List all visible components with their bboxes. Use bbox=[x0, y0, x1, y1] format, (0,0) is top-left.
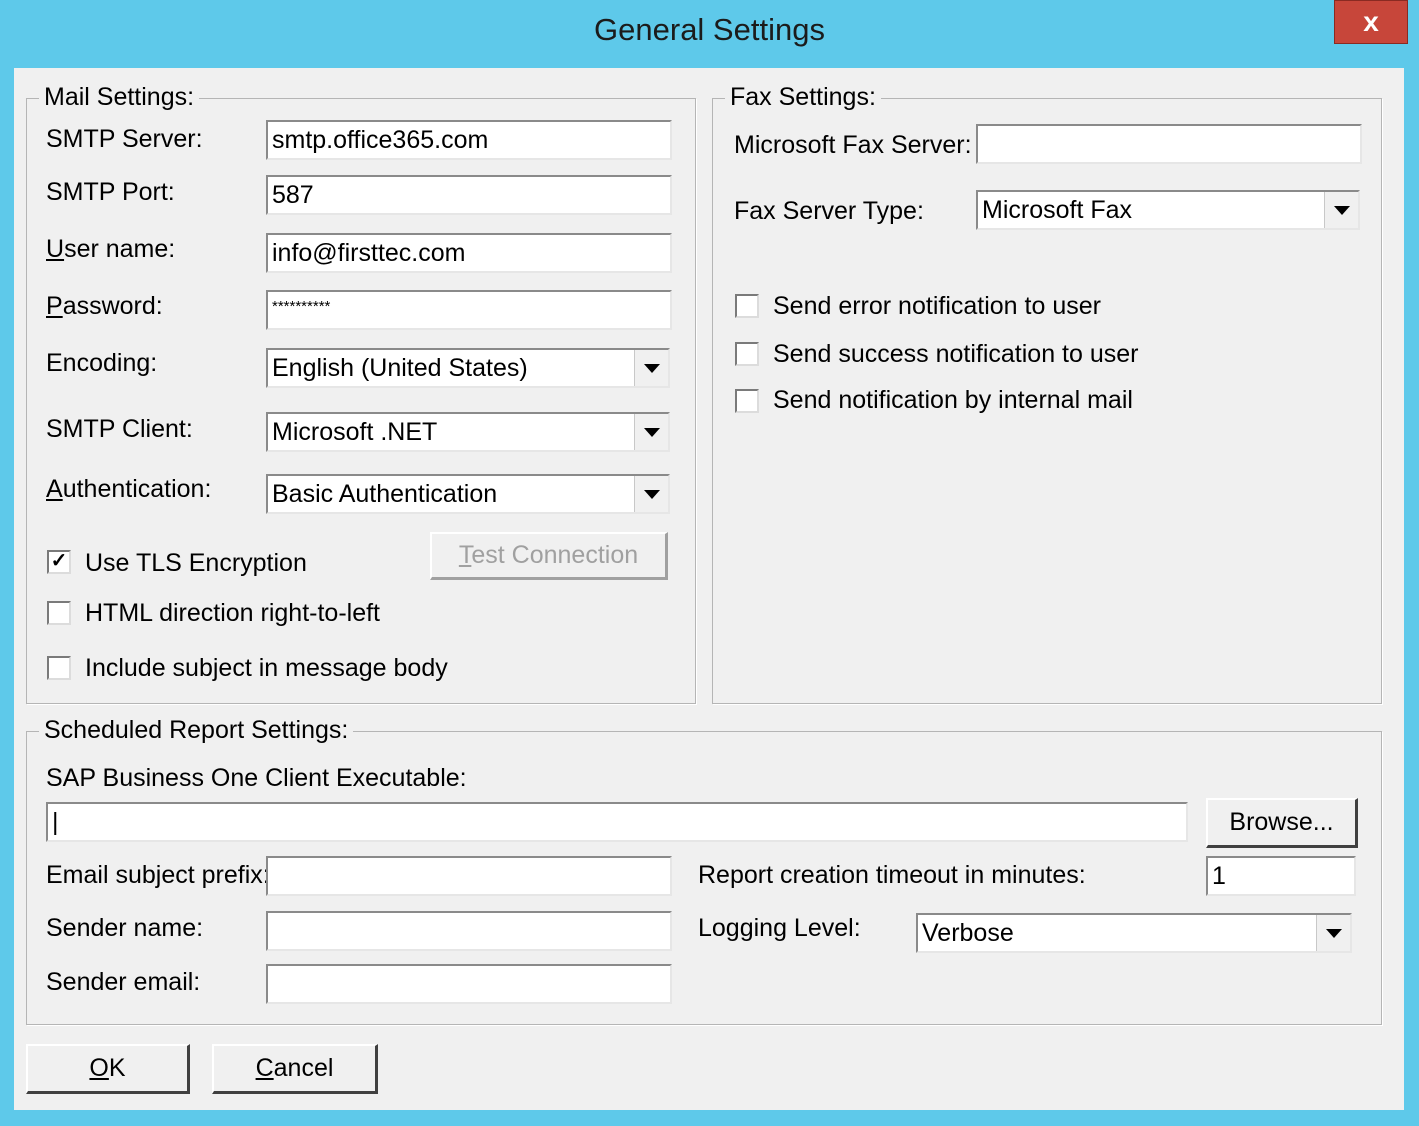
smtp-port-input[interactable]: 587 bbox=[266, 175, 672, 215]
scheduled-report-legend: Scheduled Report Settings: bbox=[39, 714, 354, 746]
title-bar: General Settings x bbox=[0, 0, 1419, 68]
ok-accel: O bbox=[89, 1054, 109, 1082]
dialog-body: Mail Settings: SMTP Server: smtp.office3… bbox=[14, 68, 1404, 1110]
use-tls-label: Use TLS Encryption bbox=[85, 549, 307, 577]
smtp-port-label: SMTP Port: bbox=[46, 178, 175, 206]
fax-settings-legend: Fax Settings: bbox=[725, 81, 881, 113]
authentication-value: Basic Authentication bbox=[272, 480, 498, 508]
fax-server-type-value: Microsoft Fax bbox=[982, 196, 1133, 224]
username-input[interactable]: info@firsttec.com bbox=[266, 233, 672, 273]
smtp-server-input[interactable]: smtp.office365.com bbox=[266, 120, 672, 160]
smtp-client-label: SMTP Client: bbox=[46, 415, 193, 443]
password-label: Password: bbox=[46, 291, 163, 321]
smtp-server-label: SMTP Server: bbox=[46, 125, 203, 153]
password-input[interactable]: ********** bbox=[266, 290, 672, 330]
username-label-text: ser name: bbox=[64, 235, 176, 263]
encoding-label: Encoding: bbox=[46, 349, 158, 377]
window-title: General Settings bbox=[594, 12, 825, 47]
chevron-down-icon[interactable] bbox=[1316, 915, 1350, 951]
mail-settings-legend: Mail Settings: bbox=[39, 81, 200, 113]
username-label: User name: bbox=[46, 234, 175, 264]
authentication-label: Authentication: bbox=[46, 474, 211, 504]
send-internal-label: Send notification by internal mail bbox=[773, 386, 1133, 414]
test-connection-text: est Connection bbox=[471, 541, 639, 569]
sender-email-label: Sender email: bbox=[46, 968, 201, 996]
test-connection-button[interactable]: Test Connection bbox=[430, 532, 668, 580]
fax-server-label: Microsoft Fax Server: bbox=[734, 131, 972, 159]
ok-button[interactable]: OK bbox=[26, 1044, 190, 1094]
sender-name-label: Sender name: bbox=[46, 914, 204, 942]
sender-email-input[interactable] bbox=[266, 964, 672, 1004]
include-subject-checkbox[interactable] bbox=[47, 656, 71, 680]
username-label-accel: U bbox=[46, 235, 65, 263]
send-success-label: Send success notification to user bbox=[773, 340, 1139, 368]
html-rtl-label: HTML direction right-to-left bbox=[85, 599, 380, 627]
send-error-checkbox[interactable] bbox=[735, 294, 759, 318]
authentication-label-accel: A bbox=[46, 475, 63, 503]
ok-text: K bbox=[108, 1054, 126, 1082]
chevron-down-icon[interactable] bbox=[634, 350, 668, 386]
smtp-client-select[interactable]: Microsoft .NET bbox=[266, 412, 670, 452]
smtp-client-value: Microsoft .NET bbox=[272, 418, 438, 446]
encoding-select[interactable]: English (United States) bbox=[266, 348, 670, 388]
chevron-down-icon[interactable] bbox=[634, 414, 668, 450]
subject-prefix-input[interactable] bbox=[266, 856, 672, 896]
close-button[interactable]: x bbox=[1334, 0, 1408, 44]
client-exe-label: SAP Business One Client Executable: bbox=[46, 764, 467, 792]
html-rtl-checkbox[interactable] bbox=[47, 601, 71, 625]
use-tls-checkbox[interactable]: ✓ bbox=[47, 550, 71, 574]
logging-level-select[interactable]: Verbose bbox=[916, 913, 1352, 953]
password-label-text: assword: bbox=[62, 292, 163, 320]
timeout-input[interactable]: 1 bbox=[1206, 856, 1356, 896]
test-connection-accel: T bbox=[458, 541, 472, 569]
subject-prefix-label: Email subject prefix: bbox=[46, 861, 270, 889]
authentication-select[interactable]: Basic Authentication bbox=[266, 474, 670, 514]
cancel-button[interactable]: Cancel bbox=[212, 1044, 378, 1094]
fax-server-type-label: Fax Server Type: bbox=[734, 197, 924, 225]
cancel-accel: C bbox=[255, 1054, 274, 1082]
send-internal-checkbox[interactable] bbox=[735, 389, 759, 413]
client-exe-input[interactable]: | bbox=[46, 802, 1188, 842]
include-subject-label: Include subject in message body bbox=[85, 654, 448, 682]
logging-level-label: Logging Level: bbox=[698, 914, 861, 942]
authentication-label-text: uthentication: bbox=[62, 475, 212, 503]
sender-name-input[interactable] bbox=[266, 911, 672, 951]
fax-server-input[interactable] bbox=[976, 124, 1362, 164]
chevron-down-icon[interactable] bbox=[634, 476, 668, 512]
encoding-value: English (United States) bbox=[272, 354, 528, 382]
close-icon: x bbox=[1363, 6, 1379, 37]
fax-server-type-select[interactable]: Microsoft Fax bbox=[976, 190, 1360, 230]
logging-level-value: Verbose bbox=[922, 919, 1014, 947]
password-label-accel: P bbox=[46, 292, 63, 320]
chevron-down-icon[interactable] bbox=[1324, 192, 1358, 228]
cancel-text: ancel bbox=[273, 1054, 334, 1082]
timeout-label: Report creation timeout in minutes: bbox=[698, 861, 1086, 889]
send-error-label: Send error notification to user bbox=[773, 292, 1101, 320]
send-success-checkbox[interactable] bbox=[735, 342, 759, 366]
browse-button[interactable]: Browse... bbox=[1206, 798, 1358, 848]
